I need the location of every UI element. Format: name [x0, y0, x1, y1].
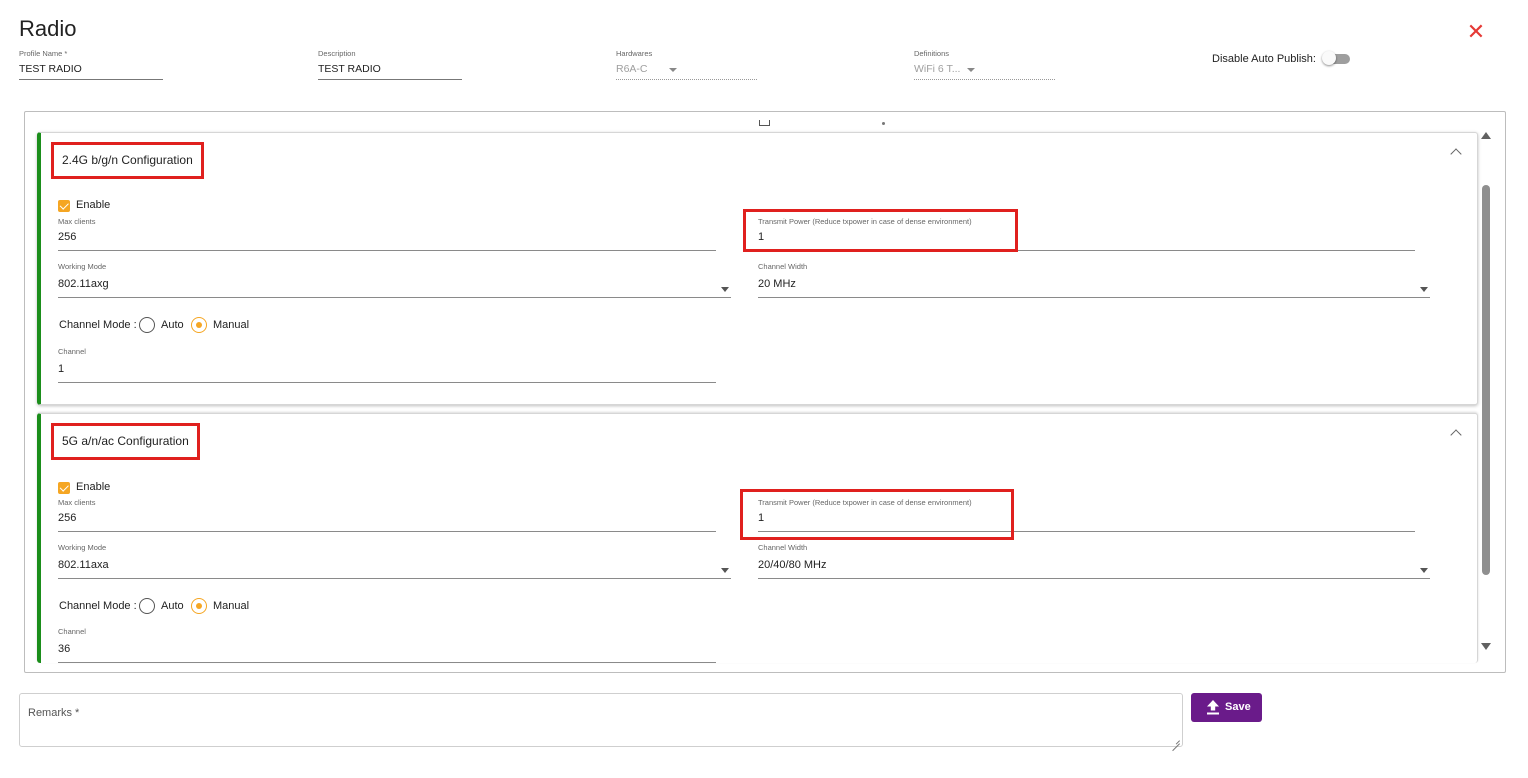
channel-mode-manual-radio[interactable]: [191, 598, 207, 614]
radio-config-panel: 2.4G b/g/n Configuration Enable Max clie…: [24, 111, 1506, 673]
save-button[interactable]: Save: [1191, 693, 1262, 722]
scroll-down-arrow-icon[interactable]: [1481, 643, 1491, 650]
definitions-value: WiFi 6 T...: [914, 63, 961, 75]
auto-publish-toggle[interactable]: [1322, 51, 1350, 65]
channel-input[interactable]: 1: [58, 363, 716, 383]
band-5-channel-width-select[interactable]: Channel Width 20/40/80 MHz: [758, 543, 1430, 579]
chevron-down-icon: [1420, 287, 1428, 292]
chevron-down-icon: [669, 68, 677, 72]
channel-width-label: Channel Width: [758, 262, 808, 271]
band-24-card: 2.4G b/g/n Configuration Enable Max clie…: [37, 132, 1478, 405]
partial-checkbox: [759, 120, 770, 126]
chevron-down-icon: [1420, 568, 1428, 573]
band-24-channel-width-select[interactable]: Channel Width 20 MHz: [758, 262, 1430, 298]
remarks-textarea[interactable]: Remarks *: [19, 693, 1183, 747]
max-clients-label: Max clients: [58, 217, 96, 226]
working-mode-label: Working Mode: [58, 262, 107, 271]
resize-handle-icon[interactable]: [1172, 736, 1180, 744]
channel-mode-manual-label: Manual: [213, 600, 250, 612]
band-24-title: 2.4G b/g/n Configuration: [51, 142, 204, 179]
channel-mode-manual-label: Manual: [213, 319, 250, 331]
channel-label: Channel: [58, 347, 86, 356]
page-title: Radio: [19, 16, 77, 41]
chevron-up-icon[interactable]: [1450, 429, 1462, 441]
hardwares-value: R6A-C: [616, 63, 648, 75]
band-5-enable-label: Enable: [76, 481, 111, 493]
scrollbar-thumb[interactable]: [1482, 185, 1490, 575]
scroll-up-arrow-icon[interactable]: [1481, 132, 1491, 139]
checkbox-checked-icon[interactable]: [58, 200, 70, 212]
hardwares-label: Hardwares: [616, 49, 653, 58]
highlight-box: [740, 489, 1014, 540]
definitions-select: Definitions WiFi 6 T...: [914, 49, 1055, 80]
channel-mode-manual-radio[interactable]: [191, 317, 207, 333]
band-5-card: 5G a/n/ac Configuration Enable Max clien…: [37, 413, 1478, 663]
band-24-working-mode-select[interactable]: Working Mode 802.11axg: [58, 262, 731, 298]
channel-mode-auto-radio[interactable]: [139, 317, 155, 333]
chevron-down-icon: [967, 68, 975, 72]
working-mode-label: Working Mode: [58, 543, 107, 552]
channel-label: Channel: [58, 627, 86, 636]
band-5-working-mode-select[interactable]: Working Mode 802.11axa: [58, 543, 731, 579]
max-clients-input[interactable]: 256: [58, 231, 716, 251]
description-label: Description: [318, 49, 356, 58]
description-input[interactable]: TEST RADIO: [318, 63, 462, 80]
channel-width-value[interactable]: 20/40/80 MHz: [758, 559, 1430, 579]
hardwares-select: Hardwares R6A-C: [616, 49, 757, 80]
save-button-label: Save: [1225, 701, 1251, 713]
chevron-down-icon: [721, 568, 729, 573]
close-icon[interactable]: ✕: [1466, 21, 1486, 43]
channel-mode-auto-label: Auto: [161, 319, 184, 331]
band-24-channel-field[interactable]: Channel 1: [58, 347, 716, 383]
band-5-max-clients-field[interactable]: Max clients 256: [58, 498, 716, 532]
profile-name-field[interactable]: Profile Name * TEST RADIO: [19, 49, 163, 80]
chevron-down-icon: [721, 287, 729, 292]
working-mode-value[interactable]: 802.11axg: [58, 278, 731, 298]
highlight-box: [743, 209, 1018, 252]
profile-name-label: Profile Name *: [19, 49, 68, 58]
band-24-max-clients-field[interactable]: Max clients 256: [58, 217, 716, 251]
remarks-label: Remarks *: [28, 707, 80, 719]
max-clients-input[interactable]: 256: [58, 512, 716, 532]
band-5-channel-mode: Channel Mode : Auto Manual: [59, 598, 319, 616]
channel-mode-label: Channel Mode :: [59, 600, 137, 612]
channel-width-label: Channel Width: [758, 543, 808, 552]
channel-input[interactable]: 36: [58, 643, 716, 663]
auto-publish-label: Disable Auto Publish:: [1212, 53, 1316, 65]
band-24-channel-mode: Channel Mode : Auto Manual: [59, 317, 319, 335]
definitions-label: Definitions: [914, 49, 950, 58]
channel-width-value[interactable]: 20 MHz: [758, 278, 1430, 298]
channel-mode-auto-radio[interactable]: [139, 598, 155, 614]
max-clients-label: Max clients: [58, 498, 96, 507]
chevron-up-icon[interactable]: [1450, 148, 1462, 160]
channel-mode-label: Channel Mode :: [59, 319, 137, 331]
scrollbar[interactable]: [1480, 130, 1492, 652]
description-field[interactable]: Description TEST RADIO: [318, 49, 462, 80]
profile-name-input[interactable]: TEST RADIO: [19, 63, 163, 80]
band-5-channel-field[interactable]: Channel 36: [58, 627, 716, 663]
upload-icon: [1207, 700, 1219, 715]
band-24-enable-label: Enable: [76, 199, 111, 211]
band-5-title: 5G a/n/ac Configuration: [51, 423, 200, 460]
working-mode-value[interactable]: 802.11axa: [58, 559, 731, 579]
checkbox-checked-icon[interactable]: [58, 482, 70, 494]
channel-mode-auto-label: Auto: [161, 600, 184, 612]
